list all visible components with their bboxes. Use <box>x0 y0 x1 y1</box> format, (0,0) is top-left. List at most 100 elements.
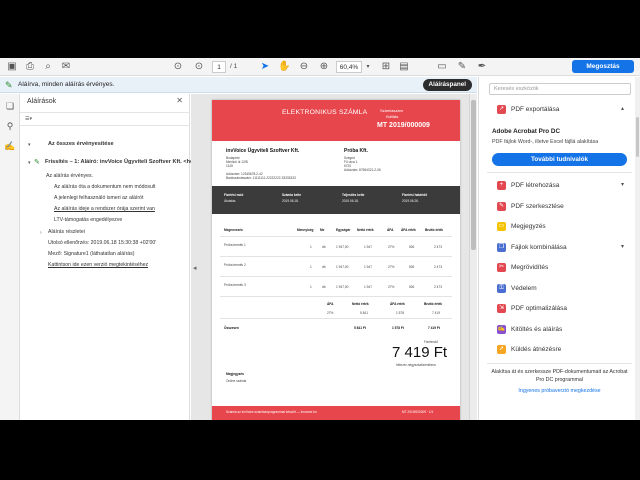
document-view[interactable]: ◂ ELEKTRONIKUS SZÁMLA Számlaszám Kiállít… <box>191 94 477 420</box>
item-gross: 2 473 <box>434 245 442 249</box>
buyer-line: Adószám: 87654321-2-06 <box>344 168 381 172</box>
table-header: Megnevezés <box>224 228 243 232</box>
collapse-panel-icon[interactable]: ◂ <box>193 264 197 272</box>
fill-sign-icon: ✍ <box>497 324 506 334</box>
next-page-icon[interactable]: ⊙ <box>193 61 205 73</box>
table-divider <box>220 318 452 319</box>
chevron-down-icon[interactable]: ▾ <box>362 61 374 73</box>
view-version-link[interactable]: Kattintson ide ezen verzió megtekintéséh… <box>48 261 148 269</box>
chevron-down-icon[interactable]: ▾ <box>28 142 31 148</box>
chevron-up-icon[interactable]: ▴ <box>621 105 624 112</box>
chevron-right-icon[interactable]: › <box>40 230 42 236</box>
page-number-input[interactable]: 1 <box>212 61 226 73</box>
protect-icon: ⚿ <box>497 283 506 293</box>
tool-item[interactable]: ✍ Kitöltés és aláírás <box>479 322 634 338</box>
sig-detail-line[interactable]: Az aláírás ideje a rendszer órája szerin… <box>54 205 155 213</box>
total-label: Összesen <box>224 326 239 330</box>
seller-line: 1145 <box>226 164 233 168</box>
tools-search-input[interactable]: Keresés eszközök <box>489 83 631 95</box>
tool-export-pdf[interactable]: ↗ PDF exportálása ▴ <box>479 102 634 118</box>
signature-panel-button[interactable]: Aláíráspanel <box>422 79 472 91</box>
tool-label: Megrövidítés <box>511 264 549 271</box>
document-scrollbar[interactable] <box>469 94 477 420</box>
sig-detail-line: LTV-támogatás engedélyezve <box>54 217 123 223</box>
item-unit: db <box>322 245 326 249</box>
zoom-out-icon[interactable]: ⊖ <box>298 61 310 73</box>
create-pdf-icon: + <box>497 181 506 190</box>
signature-valid-icon: ✎ <box>5 80 13 90</box>
band-header: Fizetési mód <box>224 193 244 197</box>
verify-all-link[interactable]: Az összes érvényesítése <box>48 140 114 148</box>
scrollbar-thumb[interactable] <box>636 117 639 157</box>
item-unit: db <box>322 265 326 269</box>
print-icon[interactable]: ⎙ <box>24 61 36 73</box>
select-cursor-icon[interactable]: ➤ <box>259 61 271 73</box>
tool-item[interactable]: ⚿ Védelem <box>479 281 634 297</box>
band-value: 2019.06.26. <box>402 199 419 203</box>
signature-field: Mező: Signature1 (láthatatlan aláírás) <box>48 251 135 257</box>
learn-more-button[interactable]: További tudnivalók <box>492 153 627 166</box>
signature-details-toggle[interactable]: Aláírás részletei <box>48 228 85 236</box>
tools-scrollbar[interactable] <box>635 77 640 420</box>
item-qty: 1 <box>310 265 312 269</box>
sign-icon[interactable]: ✒ <box>476 61 488 73</box>
sig-detail-line: Az aláírás érvényes. <box>46 173 93 179</box>
tool-item[interactable]: + PDF létrehozása ▾ <box>479 178 634 194</box>
page-thumbnails-icon[interactable]: ❏ <box>4 100 16 112</box>
item-price: 1 947,00 <box>336 285 349 289</box>
tool-item[interactable]: ⇲ PDF optimalizálása <box>479 301 634 317</box>
note-text: Online számla <box>226 379 247 383</box>
hand-tool-icon[interactable]: ✋ <box>278 61 290 73</box>
signature-entry[interactable]: Frissítés – 1: Aláíró: invVoice Ügyvitel… <box>45 158 208 166</box>
save-icon[interactable]: ▣ <box>6 61 18 73</box>
page-total: / 1 <box>230 63 238 70</box>
band-value: Átutalás <box>224 199 236 203</box>
chevron-down-icon[interactable]: ▾ <box>621 181 624 188</box>
left-rail: ❏ ⚲ ✍ <box>0 94 20 420</box>
scroll-mode-icon[interactable]: ▤ <box>398 61 410 73</box>
chevron-down-icon[interactable]: ▾ <box>28 160 31 166</box>
invoice-number-label: Számlaszám <box>380 108 403 113</box>
buyer-name: Próba Kft. <box>344 148 368 154</box>
comment-icon: ▭ <box>497 222 506 231</box>
share-button[interactable]: Megosztás <box>572 60 634 73</box>
item-price: 1 947,00 <box>336 245 349 249</box>
total-net: 5 841 Ft <box>354 326 366 330</box>
comment-toolbar-icon[interactable]: ▭ <box>436 61 448 73</box>
item-gross: 2 473 <box>434 285 442 289</box>
email-icon[interactable]: ✉ <box>60 61 72 73</box>
footer-number: MT 2019/000009 · 1/1 <box>402 410 434 414</box>
item-net: 1 947 <box>364 245 372 249</box>
table-divider <box>220 256 452 257</box>
tool-item[interactable]: ➚ Küldés átnézésre <box>479 342 634 358</box>
prev-page-icon[interactable]: ⊙ <box>172 61 184 73</box>
scrollbar-thumb[interactable] <box>471 100 476 250</box>
highlight-icon[interactable]: ✎ <box>456 61 468 73</box>
item-vat-amount: 526 <box>409 285 415 289</box>
tool-item[interactable]: ▭ Megjegyzés <box>479 219 634 235</box>
fit-page-icon[interactable]: ⊞ <box>380 61 392 73</box>
summary-value: 27% <box>327 311 334 315</box>
close-icon[interactable]: ✕ <box>176 96 183 105</box>
signatures-icon[interactable]: ✍ <box>4 140 16 152</box>
search-icon[interactable]: ⌕ <box>42 61 54 73</box>
zoom-in-icon[interactable]: ⊕ <box>318 61 330 73</box>
item-vat-amount: 526 <box>409 245 415 249</box>
redact-icon: ✂ <box>497 263 506 272</box>
options-icon[interactable]: ☰▾ <box>25 116 32 122</box>
acrobat-window: ▣ ⎙ ⌕ ✉ ⊙ ⊙ 1 / 1 ➤ ✋ ⊖ ⊕ 60,4% ▾ ⊞ ▤ ▭ … <box>0 58 640 420</box>
chevron-down-icon[interactable]: ▾ <box>621 243 624 250</box>
free-trial-link[interactable]: Ingyenes próbaverzió megkezdése <box>487 388 632 396</box>
table-header: Egységár <box>336 228 351 232</box>
table-header: ÁFA <box>387 228 394 232</box>
tool-item[interactable]: ✎ PDF szerkesztése <box>479 199 634 215</box>
export-pdf-icon: ↗ <box>497 105 506 114</box>
summary-header: Bruttó érték <box>424 302 443 306</box>
tool-item[interactable]: ✂ Megrövidítés <box>479 260 634 276</box>
attachments-icon[interactable]: ⚲ <box>4 120 16 132</box>
zoom-field[interactable]: 60,4% <box>336 61 362 73</box>
item-name: Próba termék 2 <box>224 263 246 267</box>
item-vat-amount: 526 <box>409 265 415 269</box>
tool-item[interactable]: ❐ Fájlok kombinálása ▾ <box>479 240 634 256</box>
table-divider <box>220 276 452 277</box>
